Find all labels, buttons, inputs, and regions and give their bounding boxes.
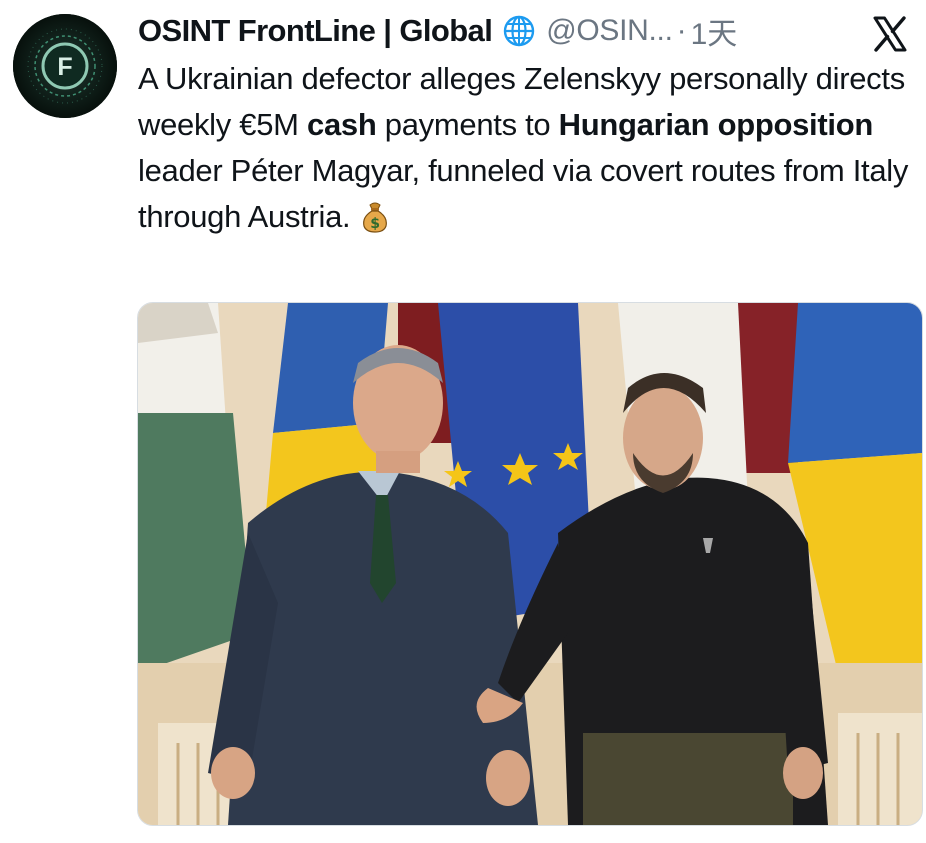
avatar-logo: F xyxy=(13,14,117,118)
tweet-header: OSINT FrontLine | Global @OSIN... · 1天 xyxy=(138,10,918,52)
separator-dot: · xyxy=(676,14,687,47)
tweet-text-bold-opposition: Hungarian opposition xyxy=(558,107,874,142)
timestamp[interactable]: 1天 xyxy=(691,9,738,53)
photo-scene xyxy=(138,303,922,825)
avatar[interactable]: F xyxy=(13,14,117,118)
author-handle[interactable]: @OSIN... xyxy=(546,14,673,48)
globe-icon xyxy=(502,14,536,48)
tweet-text-part: payments to xyxy=(376,107,559,142)
svg-text:$: $ xyxy=(371,216,380,232)
money-bag-icon: $ xyxy=(358,199,392,233)
author-name[interactable]: OSINT FrontLine | Global xyxy=(138,13,493,49)
tweet-text-part: leader Péter Magyar, funneled via covert… xyxy=(138,153,909,234)
svg-text:F: F xyxy=(57,53,72,81)
tweet-photo[interactable] xyxy=(137,302,923,826)
x-logo-icon[interactable] xyxy=(870,14,910,54)
tweet-text-bold-cash: cash xyxy=(307,107,377,142)
tweet-text: A Ukrainian defector alleges Zelenskyy p… xyxy=(138,56,918,240)
